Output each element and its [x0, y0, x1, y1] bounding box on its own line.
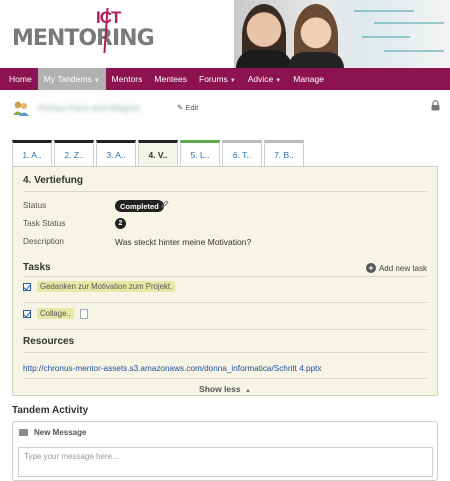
task-status-label: Task Status — [23, 219, 66, 228]
nav-label: Manage — [293, 74, 324, 84]
tab-step-2[interactable]: 2. Z.. — [54, 140, 94, 166]
divider — [23, 352, 427, 353]
task-item: Gedanken zur Motivation zum Projekt. — [23, 281, 176, 292]
status-label: Status — [23, 201, 47, 210]
lock-icon — [431, 100, 440, 111]
new-message-box: New Message — [12, 421, 438, 481]
nav-label: Advice — [247, 74, 274, 84]
header-photo — [234, 0, 450, 68]
logo-wordmark: MENTORING — [12, 26, 155, 51]
divider — [23, 302, 427, 303]
nav-forums[interactable]: Forums ▼ — [193, 68, 242, 90]
plus-icon: + — [365, 263, 376, 273]
main-nav: Home My Tandems ▼ Mentors Mentees Forums ▼… — [0, 68, 450, 90]
message-icon — [19, 429, 28, 436]
photo-person-2-body — [288, 52, 344, 68]
photo-person-1-body — [236, 50, 292, 68]
step-panel: 4. Vertiefung Status Completed Task Stat… — [12, 166, 438, 396]
chevron-down-icon: ▼ — [93, 78, 100, 84]
task-status-count: 2 — [115, 218, 126, 229]
logo-suffix: ICT — [96, 8, 121, 27]
tab-step-1[interactable]: 1. A.. — [12, 140, 52, 166]
tab-step-4[interactable]: 4. V.. — [138, 140, 178, 167]
resources-heading: Resources — [23, 336, 75, 347]
nav-manage[interactable]: Manage — [287, 68, 330, 90]
add-task-label: Add new task — [378, 263, 427, 273]
show-less-button[interactable]: Show less ▲ — [13, 384, 437, 394]
site-logo[interactable]: MENTORING ICT — [12, 8, 155, 60]
tasks-heading: Tasks — [23, 262, 51, 273]
show-less-label: Show less — [199, 384, 241, 394]
group-avatar-icon — [13, 101, 29, 116]
nav-label: Forums — [199, 74, 228, 84]
task-checkbox[interactable] — [23, 282, 31, 291]
divider — [23, 191, 427, 192]
photo-pattern — [384, 50, 444, 52]
edit-label: Edit — [185, 103, 199, 112]
task-text[interactable]: Gedanken zur Motivation zum Projekt. — [37, 281, 176, 292]
tab-step-3[interactable]: 3. A.. — [96, 140, 136, 166]
description-text: Was steckt hinter meine Motivation? — [115, 237, 252, 247]
tab-step-5[interactable]: 5. L.. — [180, 140, 220, 166]
nav-my-tandems[interactable]: My Tandems ▼ — [37, 68, 106, 90]
new-message-label: New Message — [34, 428, 87, 437]
status-badge: Completed — [115, 200, 164, 212]
nav-label: Mentees — [154, 74, 187, 84]
chevron-down-icon: ▼ — [275, 78, 282, 84]
group-header: Pichau-Hans and Wegner ✎ Edit — [0, 90, 450, 126]
tab-step-6[interactable]: 6. T.. — [222, 140, 262, 166]
nav-mentors[interactable]: Mentors — [106, 68, 149, 90]
step-tabs: 1. A.. 2. Z.. 3. A.. 4. V.. 5. L.. 6. T.… — [12, 140, 304, 167]
photo-pattern — [374, 22, 444, 24]
divider — [23, 329, 427, 330]
task-text[interactable]: Collage.. — [37, 308, 74, 319]
photo-pattern — [354, 10, 414, 12]
group-name: Pichau-Hans and Wegner — [38, 103, 141, 113]
chevron-down-icon: ▼ — [229, 78, 236, 84]
nav-label: My Tandems — [43, 74, 92, 84]
resource-link[interactable]: http://chronus-mentor-assets.s3.amazonaw… — [23, 364, 322, 373]
tandem-activity-heading: Tandem Activity — [12, 405, 89, 416]
tab-step-7[interactable]: 7. B.. — [264, 140, 304, 166]
nav-advice[interactable]: Advice ▼ — [242, 68, 287, 90]
chevron-up-icon: ▲ — [245, 388, 251, 394]
message-input[interactable] — [18, 447, 433, 477]
add-task-button[interactable]: + Add new task — [365, 263, 427, 273]
photo-pattern — [362, 36, 410, 38]
nav-label: Mentors — [111, 74, 143, 84]
step-title: 4. Vertiefung — [23, 175, 84, 186]
task-attachment-icon[interactable] — [79, 308, 88, 319]
header-banner: MENTORING ICT — [0, 0, 450, 68]
new-message-header: New Message — [19, 428, 86, 437]
divider — [23, 378, 427, 379]
task-item: Collage.. — [23, 308, 88, 319]
nav-mentees[interactable]: Mentees — [148, 68, 193, 90]
nav-home[interactable]: Home — [3, 68, 38, 90]
description-label: Description — [23, 237, 64, 246]
divider — [23, 276, 427, 277]
pencil-icon[interactable] — [161, 200, 169, 208]
task-checkbox[interactable] — [23, 309, 31, 318]
nav-label: Home — [9, 74, 32, 84]
edit-link[interactable]: ✎ Edit — [177, 103, 198, 112]
